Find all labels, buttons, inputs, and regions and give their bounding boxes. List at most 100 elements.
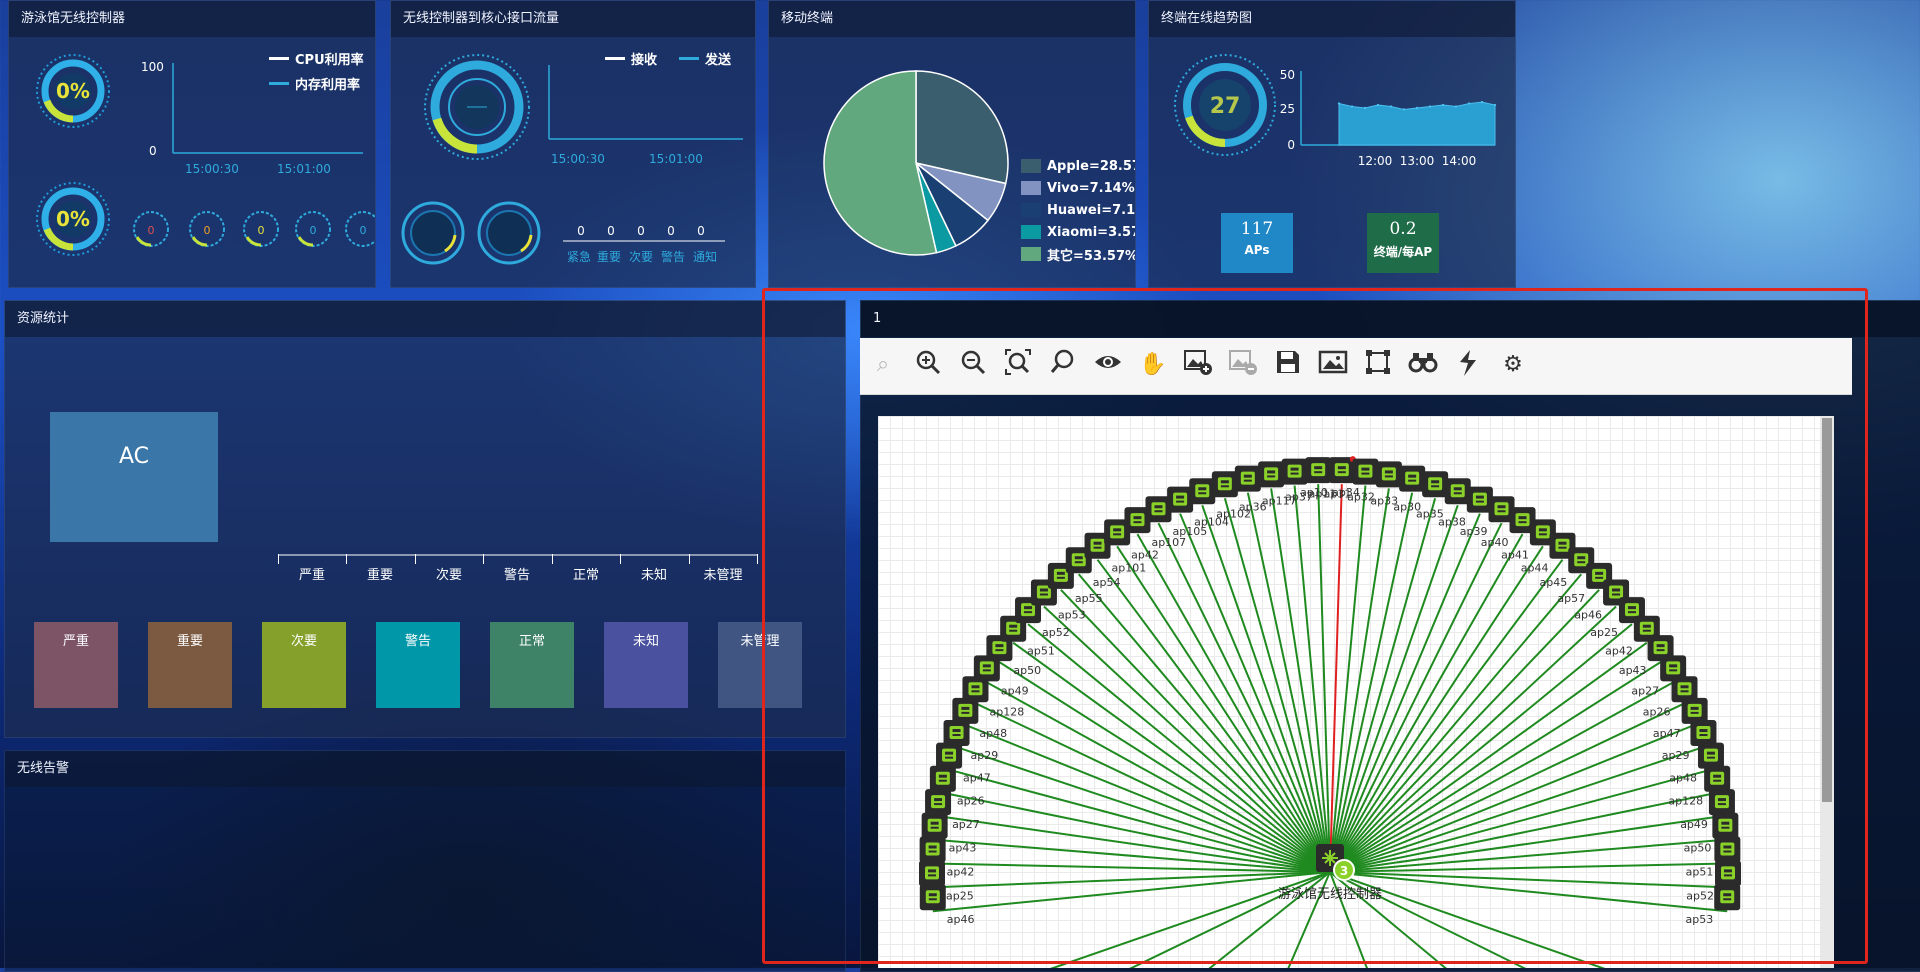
dial-2: [477, 201, 541, 265]
memory-legend-label: 内存利用率: [295, 78, 361, 93]
ap-node[interactable]: [1712, 812, 1739, 839]
panel-title: 资源统计: [5, 301, 845, 337]
status-box-unknown[interactable]: 未知: [604, 622, 688, 708]
ap-node-label: ap29: [971, 749, 999, 762]
topology-link: [1329, 533, 1524, 873]
ap-node-label: ap51: [1027, 645, 1055, 658]
ap-node[interactable]: [1399, 465, 1426, 492]
ap-node[interactable]: [1714, 884, 1741, 911]
ap-node-label: ap46: [947, 913, 975, 926]
select-region-glyph: [1366, 350, 1390, 374]
zoom-in-glyph: [916, 350, 941, 375]
ap-node-label: ap26: [1643, 705, 1671, 718]
status-box-critical[interactable]: 严重: [34, 622, 118, 708]
zoom-in-icon[interactable]: [911, 348, 945, 382]
ap-node[interactable]: [1167, 486, 1194, 513]
status-box-normal[interactable]: 正常: [490, 622, 574, 708]
ap-node[interactable]: [919, 884, 946, 911]
remove-image-icon[interactable]: [1226, 348, 1260, 382]
ap-node[interactable]: [1258, 461, 1285, 488]
topology-scrollbar[interactable]: [1820, 416, 1834, 968]
ap-node[interactable]: [1211, 471, 1238, 498]
online-gauge: 27: [1174, 54, 1276, 156]
ap-node-label: ap42: [947, 866, 975, 879]
ap-node[interactable]: [1328, 456, 1356, 484]
search-icon[interactable]: [1046, 348, 1080, 382]
zoom-out-icon[interactable]: [956, 348, 990, 382]
ap-node-label: ap57: [1557, 592, 1585, 605]
alarm-count-major: 0: [607, 224, 615, 238]
controller-badge-count: 3: [1340, 864, 1348, 878]
status-box-minor[interactable]: 次要: [262, 622, 346, 708]
ap-node[interactable]: [1681, 697, 1708, 724]
status-box-major[interactable]: 重要: [148, 622, 232, 708]
topology-link: [1329, 746, 1704, 873]
status-box-warning[interactable]: 警告: [376, 622, 460, 708]
zoom-fit-icon[interactable]: [1001, 348, 1035, 382]
ap-node[interactable]: [1352, 458, 1379, 485]
topology-link: [1329, 871, 1728, 913]
legend-swatch-xiaomi: [1021, 225, 1041, 239]
ap-node-label: ap42: [1131, 548, 1159, 561]
traffic-gauge: [424, 54, 530, 160]
ap-node[interactable]: [936, 742, 963, 769]
add-image-glyph: [1184, 350, 1212, 375]
status-box-unmanaged[interactable]: 未管理: [718, 622, 802, 708]
ap-node[interactable]: [1697, 742, 1724, 769]
ap-node[interactable]: [1714, 860, 1741, 887]
ap-node[interactable]: [1714, 836, 1741, 863]
ap-node[interactable]: [1305, 457, 1332, 484]
topology-link: [1329, 871, 1729, 889]
ap-node[interactable]: [1708, 789, 1735, 816]
y-tick-0: 0: [1287, 138, 1295, 152]
ap-node[interactable]: [1281, 458, 1308, 485]
ap-node[interactable]: [925, 789, 952, 816]
hand-icon[interactable]: ✋: [1136, 348, 1170, 382]
binoculars-icon[interactable]: [1406, 348, 1440, 382]
ap-node[interactable]: [919, 860, 946, 887]
zoom-reset-icon[interactable]: ⌕: [866, 348, 900, 382]
ap-node[interactable]: [1375, 461, 1402, 488]
ap-node-label: ap45: [1540, 576, 1568, 589]
legend-swatch-other: [1021, 247, 1041, 261]
topology-scroll-thumb[interactable]: [1822, 418, 1832, 802]
select-region-icon[interactable]: [1361, 348, 1395, 382]
lightning-icon[interactable]: [1451, 348, 1485, 382]
alarm-count-notice: 0: [697, 224, 705, 238]
ap-node[interactable]: [1189, 478, 1216, 505]
eye-icon[interactable]: [1091, 348, 1125, 382]
sev-label-minor: 次要: [435, 568, 462, 583]
ap-node-label: ap53: [1058, 608, 1086, 621]
x-tick-2: 15:01:00: [649, 152, 703, 166]
ap-node[interactable]: [929, 765, 956, 792]
topology-toolbar: ⌕ ✋ ⚙: [860, 338, 1852, 395]
topology-canvas[interactable]: ap46 ap25 ap42 ap43 ap27 ap26 ap47 ap29 ap48 ap12…: [878, 416, 1834, 968]
alarm-label-major: 重要: [597, 250, 621, 264]
online-trend-point: [1454, 105, 1458, 108]
ap-node-label: ap128: [989, 705, 1024, 718]
ap-node-label: ap55: [1075, 592, 1103, 605]
ap-node-label: ap128: [1668, 795, 1703, 808]
send-legend-label: 发送: [705, 53, 732, 68]
ap-node[interactable]: [1422, 471, 1449, 498]
ac-node[interactable]: AC: [50, 412, 218, 542]
ap-node[interactable]: [1444, 478, 1471, 505]
settings-icon[interactable]: ⚙: [1496, 348, 1530, 382]
image-icon[interactable]: [1316, 348, 1350, 382]
ap-node[interactable]: [1690, 720, 1717, 747]
add-image-icon[interactable]: [1181, 348, 1215, 382]
ap-node[interactable]: [943, 720, 970, 747]
ap-node[interactable]: [1234, 465, 1261, 492]
sev-label-unmanaged: 未管理: [703, 568, 743, 583]
ap-node[interactable]: [1704, 765, 1731, 792]
alarm-count-minor: 0: [637, 224, 645, 238]
ap-node-label: ap48: [1669, 772, 1697, 785]
svg-text:0: 0: [148, 224, 155, 237]
save-icon[interactable]: [1271, 348, 1305, 382]
aps-label: APs: [1244, 243, 1270, 257]
ap-node[interactable]: [919, 836, 946, 863]
memory-legend-swatch: [269, 82, 289, 85]
topology-link: [1329, 605, 1617, 873]
small-gauges: 0 0 0 0 0: [133, 211, 375, 247]
ap-node[interactable]: [921, 812, 948, 839]
